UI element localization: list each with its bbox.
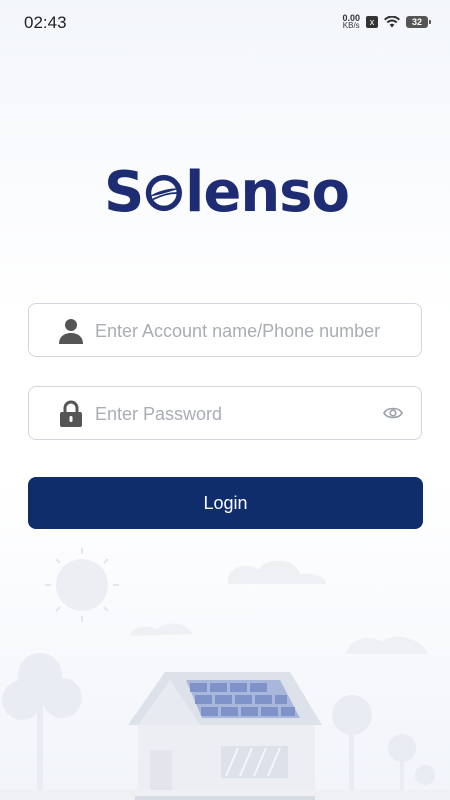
- show-password-eye-icon[interactable]: [383, 404, 403, 422]
- cloud-icon: [346, 636, 428, 654]
- cloud-icon: [130, 623, 192, 636]
- password-field[interactable]: [28, 386, 422, 441]
- status-bar: 02:43 0.00 KB/s x 32: [0, 0, 450, 44]
- solar-panel-icon: [186, 680, 300, 718]
- status-icons: 0.00 KB/s x 32: [342, 14, 431, 30]
- status-time: 02:43: [24, 13, 67, 32]
- tree-icon: [332, 695, 435, 800]
- close-box-icon: x: [366, 16, 378, 28]
- logo-sun-o-icon: [146, 174, 183, 212]
- network-speed-unit: KB/s: [342, 21, 360, 30]
- battery-icon: 32: [406, 16, 431, 28]
- account-input[interactable]: [93, 304, 397, 358]
- password-input[interactable]: [93, 387, 397, 441]
- cloud-icon: [228, 560, 326, 584]
- app-logo: S lenso: [104, 160, 350, 226]
- account-field[interactable]: [28, 303, 422, 358]
- network-speed: 0.00 KB/s: [342, 14, 360, 30]
- wifi-icon: [384, 16, 400, 28]
- solar-house-illustration: [0, 548, 450, 800]
- login-button[interactable]: Login: [28, 477, 423, 529]
- user-icon: [59, 319, 83, 344]
- tree-icon: [2, 653, 82, 800]
- logo-text-s: S: [104, 160, 144, 225]
- lock-icon: [60, 400, 82, 427]
- logo-text-lenso: lenso: [185, 160, 350, 225]
- sun-icon: [45, 548, 119, 622]
